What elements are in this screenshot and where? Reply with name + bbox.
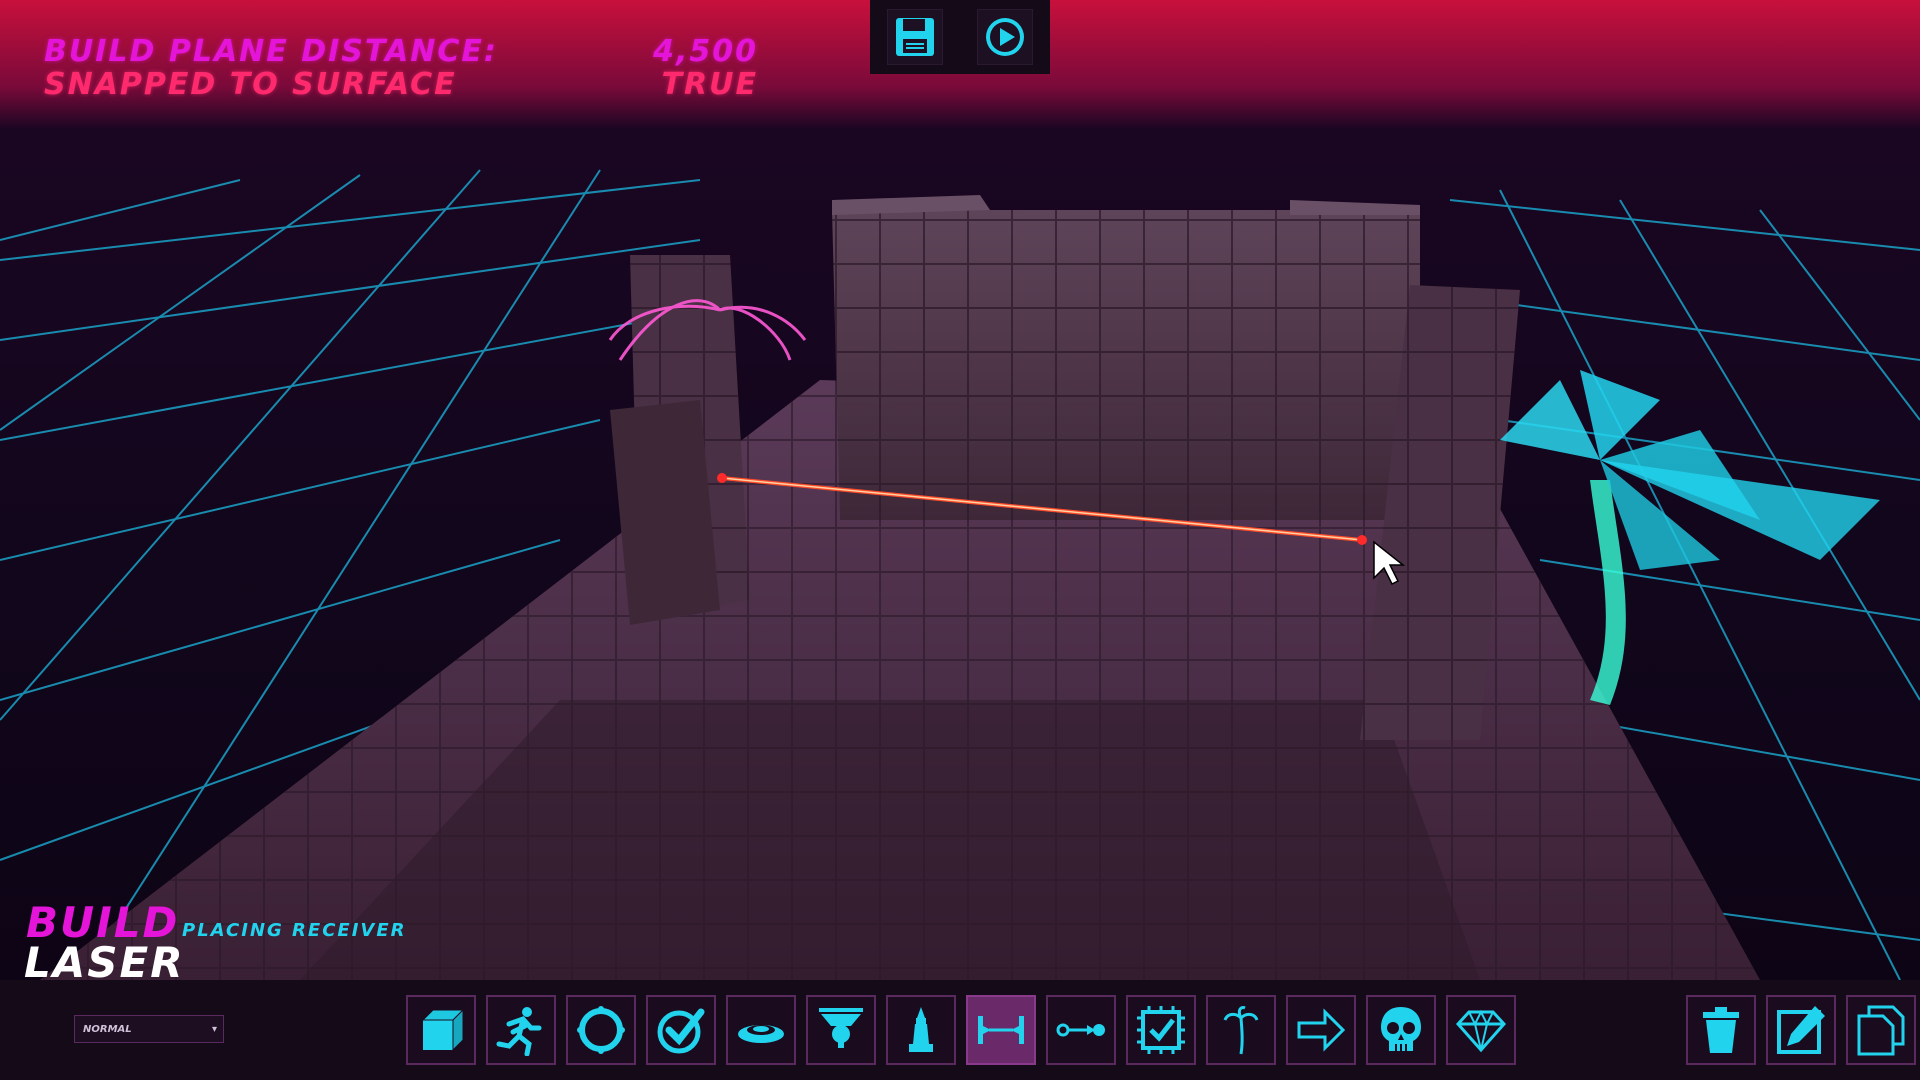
trash-icon (1703, 1007, 1739, 1053)
mode-dropdown[interactable]: NORMAL ▾ (74, 1015, 224, 1043)
mode-status: PLACING RECEIVER (182, 920, 407, 941)
tool-player-spawn-button[interactable] (486, 995, 556, 1065)
edit-button[interactable] (1766, 995, 1836, 1065)
tool-jump-pad-button[interactable] (726, 995, 796, 1065)
ring-icon (577, 1006, 625, 1054)
play-button[interactable] (977, 9, 1033, 65)
tool-tower-button[interactable] (886, 995, 956, 1065)
tool-cube-button[interactable] (406, 995, 476, 1065)
tool-palm-tree-button[interactable] (1206, 995, 1276, 1065)
copy-icon (1857, 1005, 1905, 1056)
skull-icon (1381, 1007, 1421, 1051)
delete-button[interactable] (1686, 995, 1756, 1065)
build-plane-distance-value: 4,500 (653, 34, 758, 69)
runner-icon (496, 1007, 542, 1056)
diamond-icon (1455, 1009, 1507, 1053)
disc-platform-icon (738, 1025, 784, 1043)
palm-tree-icon (1223, 1006, 1259, 1055)
bottom-toolbar (0, 980, 1920, 1080)
snapped-to-surface-label: SNAPPED TO SURFACE (44, 67, 457, 102)
mode-dropdown-value: NORMAL (83, 1023, 132, 1035)
play-icon (986, 18, 1024, 56)
tool-turret-button[interactable] (806, 995, 876, 1065)
connector-icon (1056, 1023, 1105, 1037)
top-toolbar (870, 0, 1050, 74)
chevron-down-icon: ▾ (211, 1023, 217, 1035)
edit-icon (1777, 1006, 1825, 1054)
save-icon (896, 18, 934, 56)
cube-icon (421, 1008, 465, 1052)
build-plane-distance-label: BUILD PLANE DISTANCE: (44, 34, 498, 69)
snapped-to-surface-value: TRUE (661, 67, 758, 102)
ceiling-turret-icon (819, 1008, 863, 1048)
arrow-right-icon (1297, 1008, 1346, 1052)
tool-hazard-button[interactable] (1366, 995, 1436, 1065)
copy-button[interactable] (1846, 995, 1916, 1065)
chip-check-icon (1137, 1006, 1185, 1054)
checkmark-badge-icon (657, 1008, 705, 1054)
tool-goal-button[interactable] (1126, 995, 1196, 1065)
save-button[interactable] (887, 9, 943, 65)
tool-arrow-button[interactable] (1286, 995, 1356, 1065)
tower-icon (909, 1007, 933, 1052)
tool-collectible-button[interactable] (1446, 995, 1516, 1065)
tool-checkpoint-button[interactable] (646, 995, 716, 1065)
tool-connector-button[interactable] (1046, 995, 1116, 1065)
laser-icon (978, 1016, 1024, 1044)
tool-ring-button[interactable] (566, 995, 636, 1065)
tool-laser-button[interactable] (966, 995, 1036, 1065)
game-viewport[interactable] (0, 0, 1920, 1080)
